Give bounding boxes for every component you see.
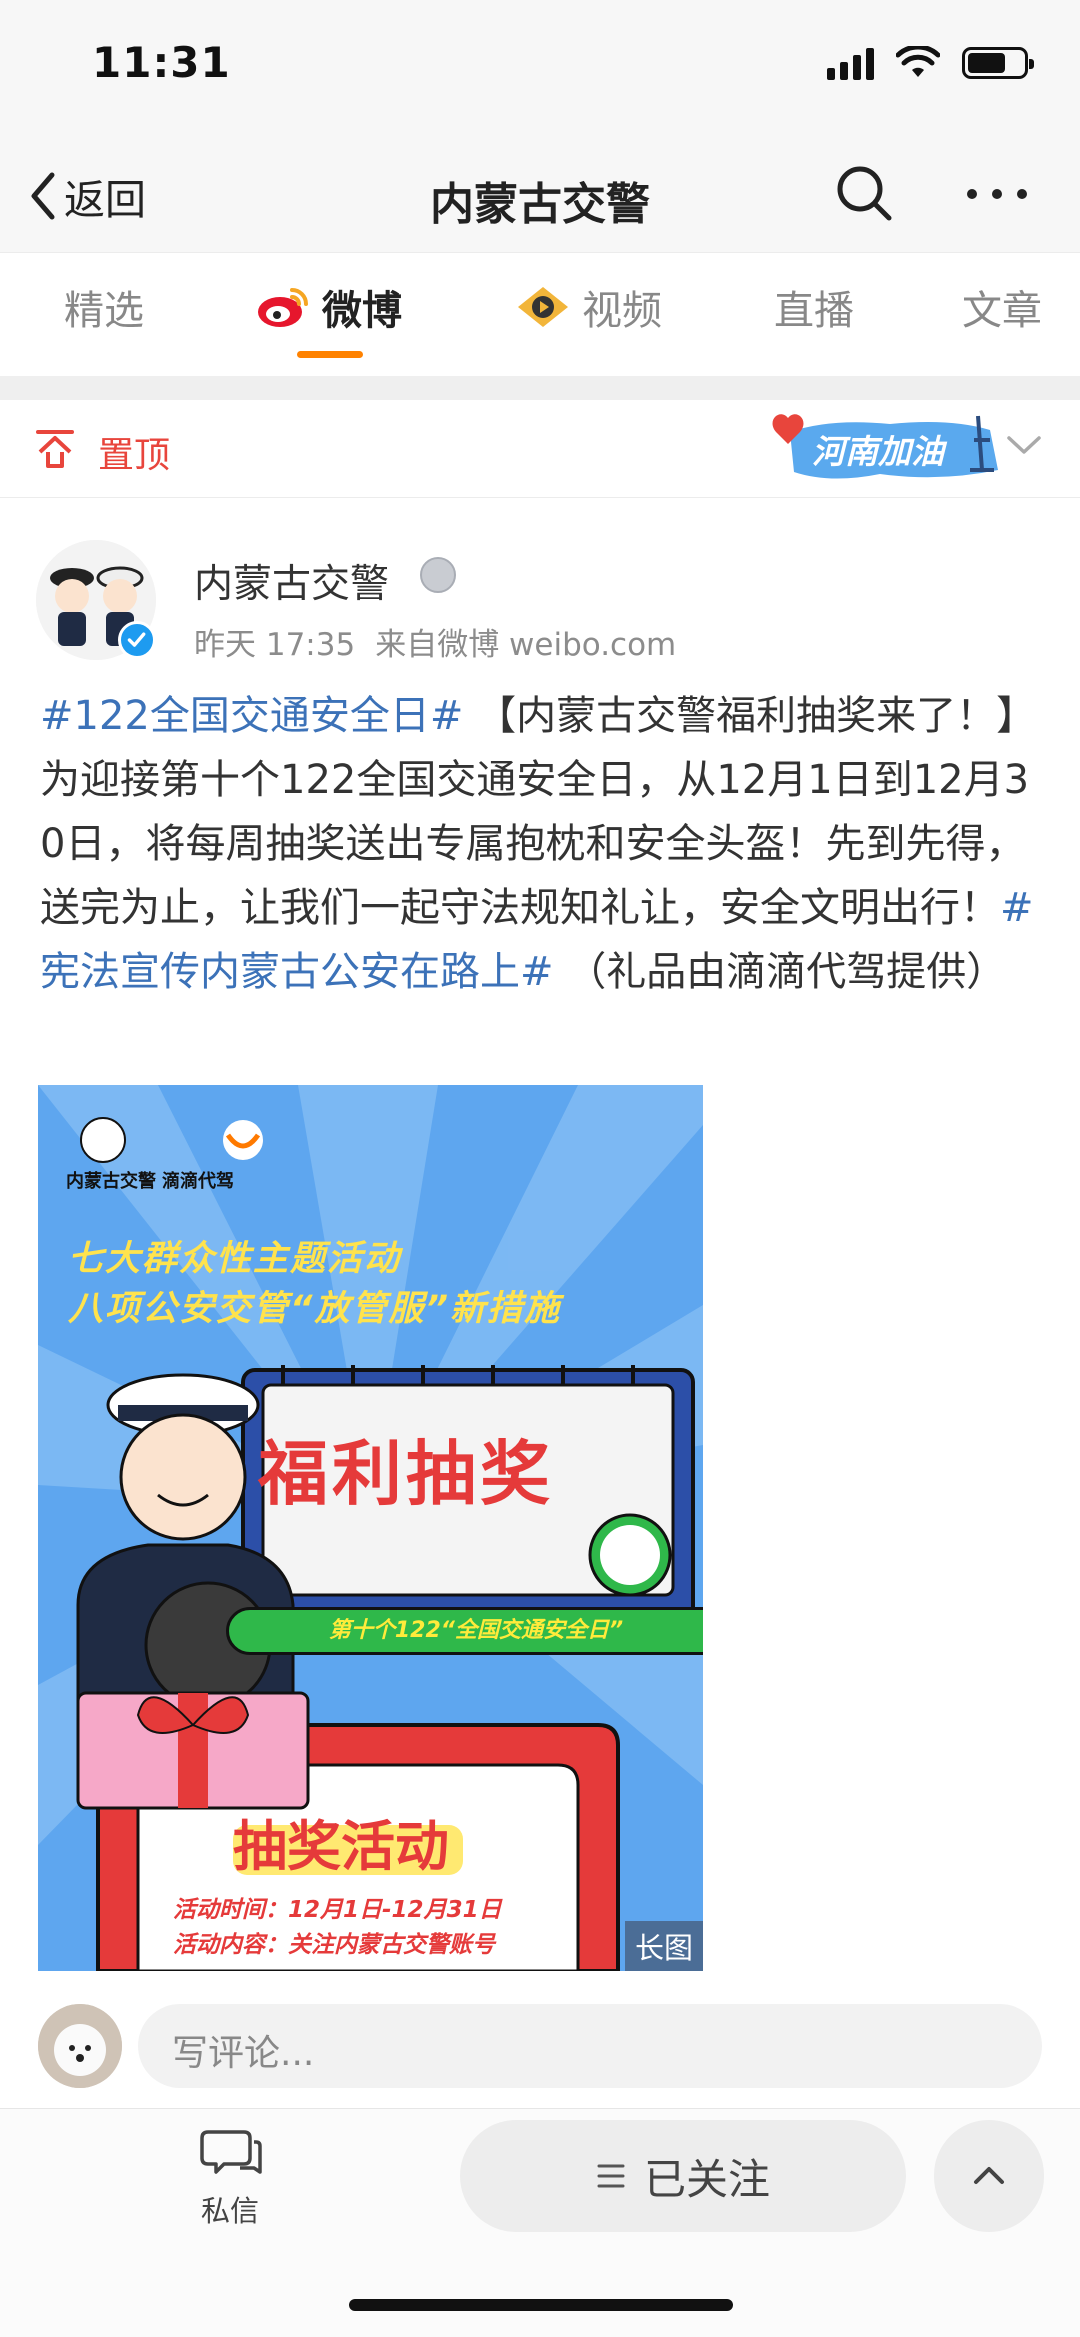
cellular-signal-icon [827,46,874,80]
pinned-row[interactable]: 置顶 河南加油 [0,400,1080,498]
tab-bar: 精选 微博 视频 直播 文章 [0,252,1080,364]
henan-badge: 河南加油 [770,410,1010,488]
post-meta: 昨天 17:35 来自微博 weibo.com [194,619,676,664]
weibo-logo-icon [258,288,308,327]
tab-articles[interactable]: 文章 [962,277,1042,337]
comment-input[interactable]: 写评论... [138,2004,1042,2088]
scroll-to-top-button[interactable] [934,2120,1044,2232]
chevron-up-icon [974,2167,1004,2184]
pinned-label: 置顶 [98,435,171,476]
wifi-icon [896,46,940,77]
battery-icon [962,47,1034,79]
status-bar: 11:31 [0,0,1080,140]
direct-message-label: 私信 [200,2194,259,2228]
poster-lottery-title: 抽奖活动 [233,1815,449,1878]
message-icon [200,2130,262,2174]
tab-label: 直播 [774,288,854,334]
poster-subtitle: 第十个122“全国交通安全日” [226,1607,703,1655]
menu-lines-icon [597,2164,625,2188]
tab-label: 视频 [582,288,662,334]
poster-main-title: 福利抽奖 [258,1433,554,1515]
tab-label: 文章 [962,288,1042,334]
poster-logo-police: 内蒙古交警 [66,1171,156,1192]
post-image[interactable]: 内蒙古交警 滴滴代驾 七大群众性主题活动 八项公安交管“放管服”新措施 福利抽奖… [38,1085,703,1971]
more-icon [967,189,1027,199]
active-tab-indicator [297,351,363,358]
post-text-segment: （礼品由滴滴代驾提供） [553,949,1007,995]
poster-headline: 八项公安交管“放管服”新措施 [68,1289,562,1329]
post-source: 来自微博 weibo.com [375,627,677,663]
poster-logo-didi: 滴滴代驾 [162,1171,234,1192]
post-time: 昨天 17:35 [194,627,356,663]
direct-message-button[interactable]: 私信 [180,2124,280,2228]
tab-label: 微博 [322,288,402,334]
tab-featured[interactable]: 精选 [64,277,144,337]
tab-live[interactable]: 直播 [774,277,854,337]
long-image-badge: 长图 [624,1921,703,1971]
dog-avatar-icon [38,2004,122,2088]
tab-video[interactable]: 视频 [514,277,662,337]
home-indicator [349,2299,733,2311]
tab-label: 精选 [64,288,144,334]
following-button[interactable]: 已关注 [460,2120,906,2232]
hashtag-link[interactable]: #122全国交通安全日# [40,693,463,739]
medal-icon[interactable] [420,557,456,593]
page-title: 内蒙古交警 [430,179,650,230]
more-button[interactable] [962,162,1032,226]
pin-top-icon [36,430,74,468]
nav-bar: 返回 内蒙古交警 [0,140,1080,252]
poster-detail-line: 活动内容：关注内蒙古交警账号 [173,1932,495,1958]
author-name[interactable]: 内蒙古交警 [194,553,389,609]
my-avatar[interactable] [38,2004,122,2088]
poster-detail-line: 活动时间：12月1日-12月31日 [173,1897,502,1923]
section-divider [0,376,1080,400]
status-icons [827,46,1034,80]
search-button[interactable] [833,162,897,226]
post-text: #122全国交通安全日# 【内蒙古交警福利抽奖来了！】为迎接第十个122全国交通… [40,684,1040,1004]
poster-headline: 七大群众性主题活动 [68,1239,402,1279]
search-icon [837,166,892,221]
tab-weibo[interactable]: 微博 [256,277,402,337]
video-icon [518,287,568,327]
chevron-down-icon[interactable] [1004,430,1044,460]
status-time: 11:31 [92,38,231,87]
henan-badge-text: 河南加油 [812,432,944,471]
following-label: 已关注 [643,2154,770,2204]
verified-badge-icon [118,621,156,659]
comment-placeholder: 写评论... [172,2033,315,2074]
